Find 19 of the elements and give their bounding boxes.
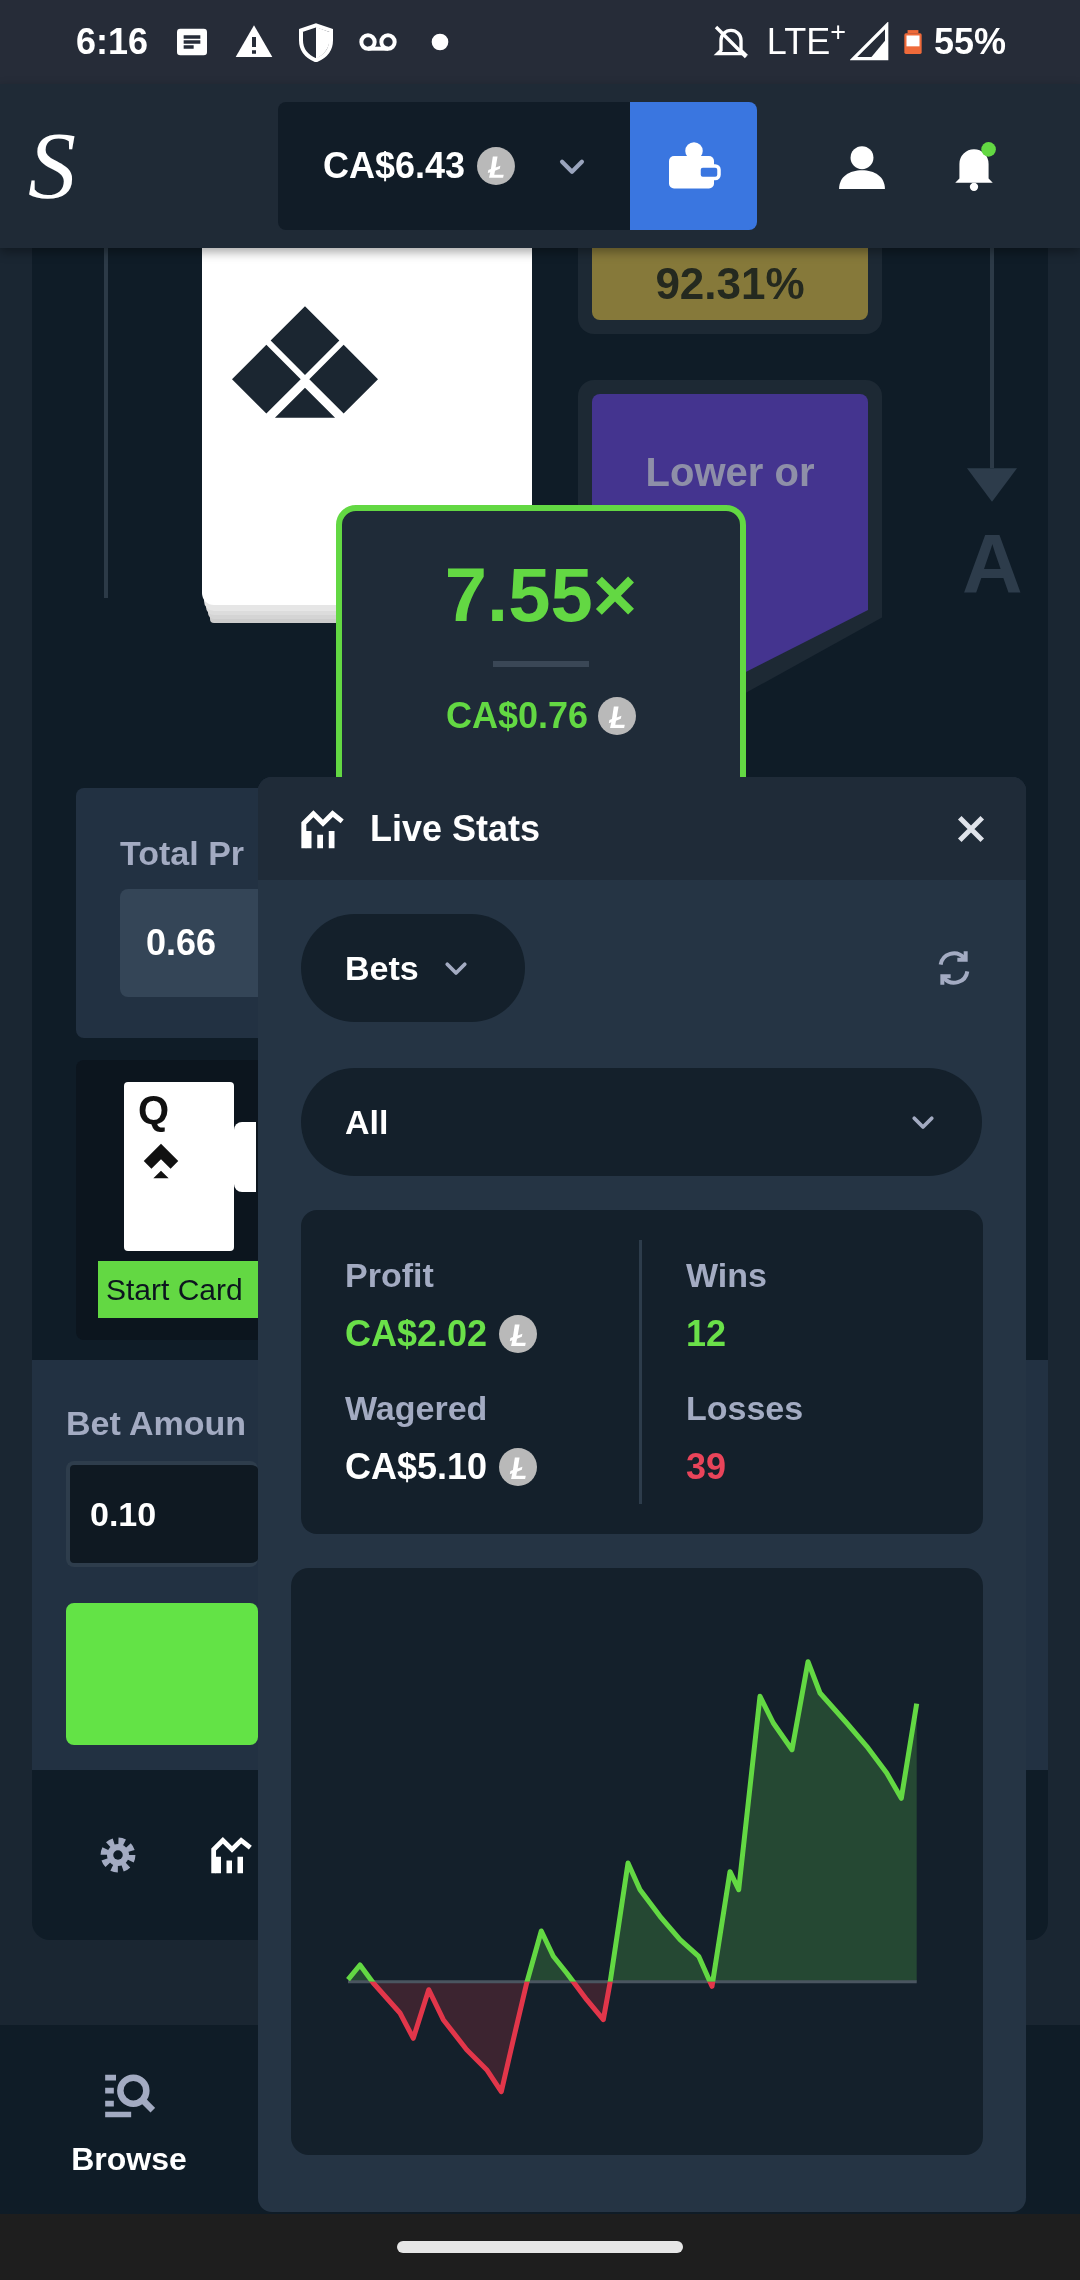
panel-title: Live Stats <box>370 806 542 851</box>
multiplier-value: 7.55× <box>443 557 639 633</box>
payout-amount: CA$0.76 <box>445 694 589 738</box>
stat-label: Wins <box>686 1255 768 1296</box>
stat-value: 12 <box>686 1312 727 1356</box>
battery-percent: 55% <box>933 20 1006 64</box>
option-label: Lower or <box>645 450 815 494</box>
field-label: Total Pr <box>120 833 245 874</box>
stat-value: 39 <box>686 1445 727 1489</box>
stat-value: CA$5.10 <box>345 1445 488 1489</box>
card-rank: Q <box>138 1090 171 1130</box>
network-type: LTE$^{+}$ <box>766 15 846 64</box>
stat-label: Losses <box>686 1388 804 1429</box>
stat-label: Wagered <box>345 1388 489 1429</box>
stat-value: CA$2.02 <box>345 1312 488 1356</box>
clock-time: 6:16 <box>76 20 149 64</box>
field-label: Bet Amoun <box>66 1403 247 1444</box>
odds-text: 92.31% <box>655 258 805 310</box>
stat-label: Profit <box>345 1255 435 1296</box>
